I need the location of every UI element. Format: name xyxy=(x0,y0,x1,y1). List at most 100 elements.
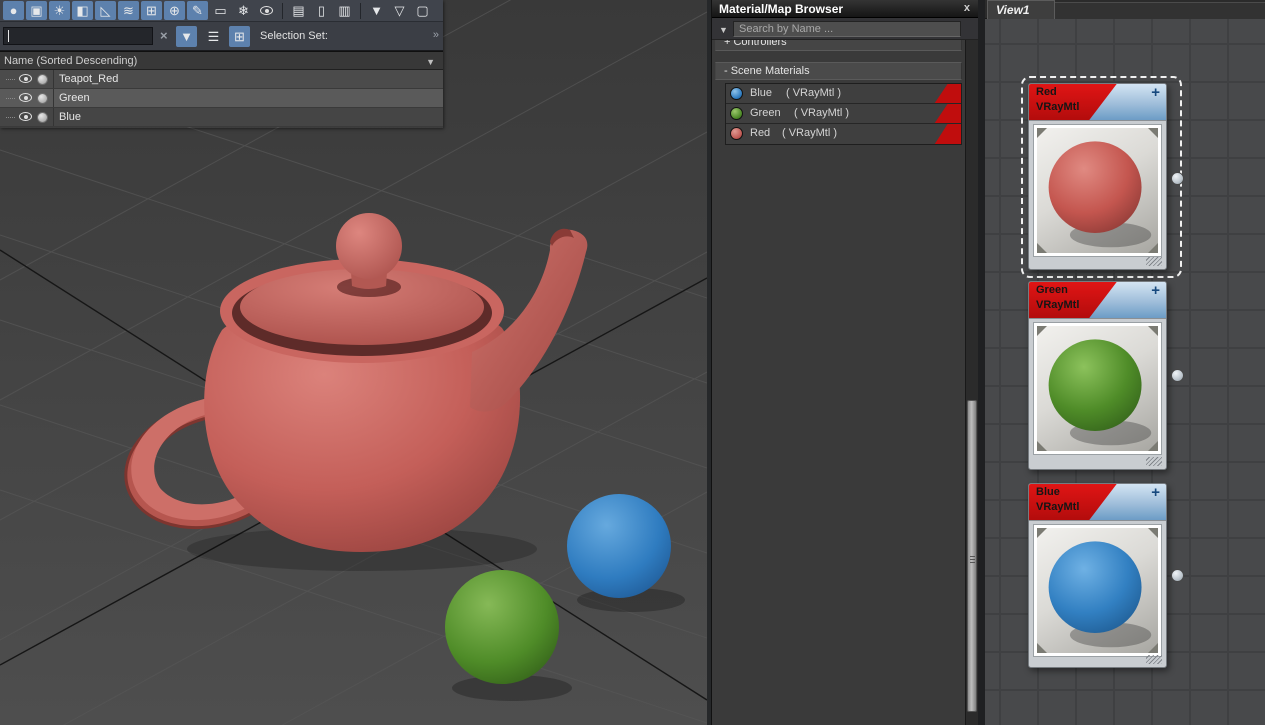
node-side-tab[interactable] xyxy=(1163,536,1178,632)
blue-sphere-object[interactable] xyxy=(567,494,671,598)
visibility-eye-icon[interactable] xyxy=(19,112,32,121)
node-header[interactable]: Red VRayMtl + xyxy=(1029,84,1166,121)
display-none-icon[interactable]: ● xyxy=(3,1,24,20)
display-geometry-icon[interactable]: ▣ xyxy=(26,1,47,20)
object-dot-icon[interactable] xyxy=(37,93,48,104)
explorer-search-input[interactable] xyxy=(3,27,153,45)
display-cameras-icon[interactable]: ◧ xyxy=(72,1,93,20)
scene-row-teapot-red[interactable]: Teapot_Red xyxy=(0,70,443,89)
preview-sphere-red xyxy=(1048,141,1152,248)
visibility-eye-icon[interactable] xyxy=(19,93,32,102)
display-helpers-icon[interactable]: ◺ xyxy=(95,1,116,20)
display-lights-icon[interactable]: ☀ xyxy=(49,1,70,20)
material-name: Green xyxy=(750,107,781,119)
node-resize-grip[interactable] xyxy=(1146,457,1162,466)
tab-view1[interactable]: View1 xyxy=(987,0,1055,19)
toolbar-separator xyxy=(282,2,283,19)
column-header-label: Name (Sorted Descending) xyxy=(4,55,138,67)
teapot-object[interactable] xyxy=(124,213,588,552)
preview-corner xyxy=(1037,441,1047,451)
display-containers-icon[interactable]: ▭ xyxy=(210,1,231,20)
preview-corner xyxy=(1148,528,1158,538)
browser-title-bar[interactable]: Material/Map Browser x xyxy=(712,0,978,18)
object-dot-icon[interactable] xyxy=(37,74,48,85)
material-node-red[interactable]: Red VRayMtl + xyxy=(1028,83,1184,270)
node-subtitle: VRayMtl xyxy=(1036,501,1080,513)
expand-plus-icon[interactable]: + xyxy=(1151,282,1160,299)
visibility-eye-icon[interactable] xyxy=(19,74,32,83)
section-scene-materials[interactable]: - Scene Materials xyxy=(715,62,962,80)
select-by-filter-icon[interactable]: ▼ xyxy=(176,26,197,47)
scene-row-green[interactable]: Green xyxy=(0,89,443,108)
material-node-green[interactable]: Green VRayMtl + xyxy=(1028,281,1184,470)
sort-dropdown-icon[interactable]: ▼ xyxy=(426,57,435,67)
display-xrefs-icon[interactable]: ⊕ xyxy=(164,1,185,20)
node-title: Red xyxy=(1036,86,1057,98)
text-caret xyxy=(8,30,9,42)
expand-plus-icon[interactable]: + xyxy=(1151,84,1160,101)
property-view-icon[interactable]: ▥ xyxy=(334,1,355,20)
material-search-input[interactable] xyxy=(733,21,961,37)
scrollbar-grip xyxy=(970,556,975,563)
column-divider xyxy=(53,70,54,88)
node-subtitle: VRayMtl xyxy=(1036,299,1080,311)
display-hidden-eye-icon[interactable] xyxy=(256,1,277,20)
node-header[interactable]: Blue VRayMtl + xyxy=(1029,484,1166,521)
close-icon[interactable]: x xyxy=(964,2,970,14)
filter-icon[interactable]: ▽ xyxy=(389,1,410,20)
material-node-blue[interactable]: Blue VRayMtl + xyxy=(1028,483,1184,668)
browser-options-dropdown-icon[interactable]: ▼ xyxy=(719,25,728,35)
toolbar-overflow-chevrons[interactable]: » xyxy=(433,29,439,41)
node-side-tab[interactable] xyxy=(1163,336,1178,432)
display-groups-icon[interactable]: ⊞ xyxy=(141,1,162,20)
material-item-red[interactable]: Red ( VRayMtl ) xyxy=(726,124,961,144)
output-connector[interactable] xyxy=(1171,172,1184,185)
column-divider xyxy=(53,89,54,107)
display-space-warps-icon[interactable]: ≋ xyxy=(118,1,139,20)
hierarchy-view-icon[interactable]: ⊞ xyxy=(229,26,250,47)
scene-row-blue[interactable]: Blue xyxy=(0,108,443,127)
output-connector[interactable] xyxy=(1171,369,1184,382)
material-preview[interactable] xyxy=(1034,125,1161,256)
layers-icon[interactable]: ☰ xyxy=(203,26,224,47)
material-swatch-icon xyxy=(730,107,743,120)
material-preview[interactable] xyxy=(1034,525,1161,656)
browser-list: + Controllers - Scene Materials Blue ( V… xyxy=(712,40,965,725)
display-bones-icon[interactable]: ✎ xyxy=(187,1,208,20)
object-dot-icon[interactable] xyxy=(37,112,48,123)
material-swatch-icon xyxy=(730,87,743,100)
browser-search-row: ▼ xyxy=(712,18,978,40)
material-type: ( VRayMtl ) xyxy=(794,107,849,119)
scene-explorer-panel: ● ▣ ☀ ◧ ◺ ≋ ⊞ ⊕ ✎ ▭ ❄ ▤ ▯ ▥ ▼ ▽ ▢ × ▼ ☰ xyxy=(0,0,443,128)
display-frozen-icon[interactable]: ❄ xyxy=(233,1,254,20)
material-preview[interactable] xyxy=(1034,323,1161,454)
list-view-icon[interactable]: ▤ xyxy=(288,1,309,20)
section-controllers[interactable]: + Controllers xyxy=(715,40,962,51)
filter-settings-icon[interactable]: ▼ xyxy=(366,1,387,20)
material-item-blue[interactable]: Blue ( VRayMtl ) xyxy=(726,84,961,104)
container-filter-icon[interactable]: ▢ xyxy=(412,1,433,20)
browser-scrollbar[interactable] xyxy=(965,40,978,725)
preview-sphere-green xyxy=(1048,339,1152,446)
teapot-knob xyxy=(336,213,402,279)
name-column-header[interactable]: Name (Sorted Descending) ▼ xyxy=(0,51,443,70)
node-canvas[interactable]: Red VRayMtl + Green VRayMtl + Blue VRayM… xyxy=(985,19,1265,725)
section-label: - Scene Materials xyxy=(724,65,810,77)
green-sphere-object[interactable] xyxy=(445,570,559,684)
detail-view-icon[interactable]: ▯ xyxy=(311,1,332,20)
preview-corner xyxy=(1148,243,1158,253)
node-resize-grip[interactable] xyxy=(1146,257,1162,266)
output-connector[interactable] xyxy=(1171,569,1184,582)
node-resize-grip[interactable] xyxy=(1146,655,1162,664)
expand-plus-icon[interactable]: + xyxy=(1151,484,1160,501)
clear-search-icon[interactable]: × xyxy=(160,28,168,43)
object-name: Teapot_Red xyxy=(59,73,119,85)
material-type: ( VRayMtl ) xyxy=(782,127,837,139)
preview-sphere-blue xyxy=(1048,541,1152,648)
section-label: + Controllers xyxy=(724,40,787,48)
material-item-green[interactable]: Green ( VRayMtl ) xyxy=(726,104,961,124)
scrollbar-thumb[interactable] xyxy=(967,400,977,712)
slate-node-view: View1 Red VRayMtl + Green VRayMtl + Blue… xyxy=(985,0,1265,725)
node-header[interactable]: Green VRayMtl + xyxy=(1029,282,1166,319)
scene-object-list: Teapot_Red Green Blue xyxy=(0,70,443,127)
